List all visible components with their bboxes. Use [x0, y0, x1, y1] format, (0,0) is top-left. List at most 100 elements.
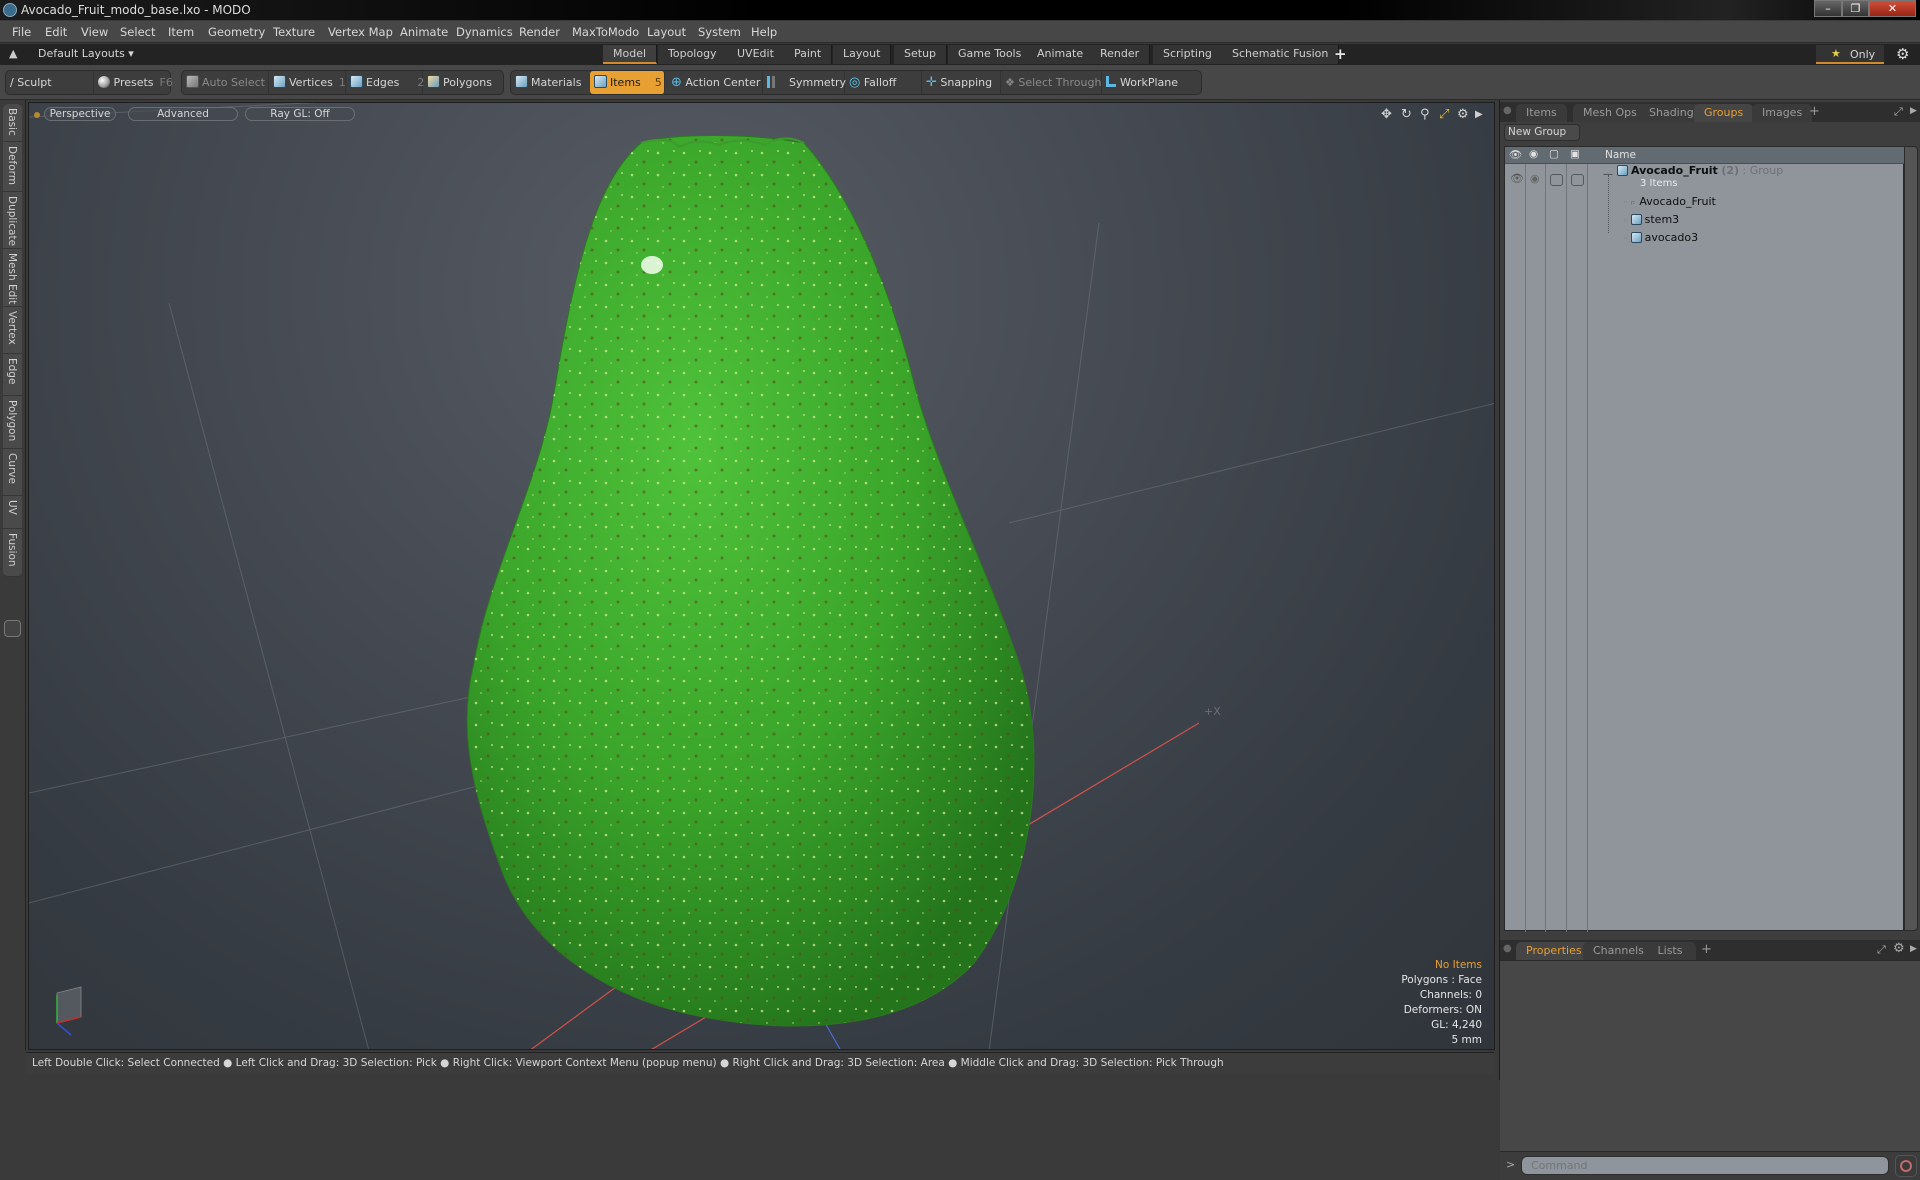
tab-items[interactable]: Items: [1516, 104, 1567, 122]
restore-button[interactable]: ❐: [1842, 0, 1869, 17]
tab-vertex[interactable]: Vertex: [3, 307, 22, 354]
list-item[interactable]: ·· stem3: [1623, 213, 1679, 226]
menu-item[interactable]: Item: [168, 25, 194, 39]
edges-button[interactable]: Edges 2: [346, 71, 424, 94]
properties-menu-dot-icon[interactable]: ●: [1503, 943, 1512, 954]
visibility-column-eye-icon[interactable]: 👁: [1509, 148, 1522, 161]
command-record-button[interactable]: [1895, 1155, 1917, 1177]
maximize-viewport-icon[interactable]: ⤢: [1439, 107, 1449, 122]
pan-icon[interactable]: ✥: [1381, 107, 1392, 122]
list-item[interactable]: ·· ⟔ Avocado_Fruit: [1623, 195, 1716, 209]
properties-expand-arrow-icon[interactable]: ▶: [1910, 944, 1917, 954]
panel-expand-arrow-icon[interactable]: ▶: [1910, 106, 1917, 116]
tab-schematic-fusion[interactable]: Schematic Fusion: [1222, 45, 1340, 64]
shading-mode-button[interactable]: Advanced: [128, 107, 238, 121]
layout-settings-gear-icon[interactable]: ⚙: [1896, 45, 1909, 63]
menu-vertex-map[interactable]: Vertex Map: [328, 25, 393, 39]
tab-uvedit[interactable]: UVEdit: [727, 45, 785, 64]
tab-layout[interactable]: Layout: [833, 45, 892, 64]
panel-maximize-icon[interactable]: ⤢: [1894, 105, 1903, 119]
menu-geometry[interactable]: Geometry: [208, 25, 265, 39]
menu-help[interactable]: Help: [751, 25, 777, 39]
items-button[interactable]: Items 5: [590, 71, 665, 94]
tab-game-tools[interactable]: Game Tools: [948, 45, 1033, 64]
menu-layout[interactable]: Layout: [647, 25, 686, 39]
zoom-icon[interactable]: ⚲: [1420, 107, 1430, 122]
menu-edit[interactable]: Edit: [45, 25, 67, 39]
tab-groups[interactable]: Groups: [1694, 104, 1754, 122]
rotate-icon[interactable]: ↻: [1401, 107, 1412, 122]
menu-render[interactable]: Render: [519, 25, 560, 39]
tab-paint[interactable]: Paint: [784, 45, 833, 64]
tab-render[interactable]: Render: [1090, 45, 1151, 64]
tab-curve[interactable]: Curve: [3, 449, 22, 496]
snapping-button[interactable]: ✛ Snapping: [922, 71, 1001, 94]
minimize-button[interactable]: –: [1814, 0, 1842, 17]
perspective-view-button[interactable]: Perspective: [44, 107, 116, 121]
tab-properties[interactable]: Properties: [1516, 942, 1592, 960]
tab-model[interactable]: Model: [603, 45, 658, 64]
list-item[interactable]: ·· avocado3: [1623, 231, 1698, 244]
tab-uv[interactable]: UV: [3, 496, 22, 529]
only-toggle[interactable]: ★ Only: [1816, 45, 1884, 64]
tab-mesh-ops[interactable]: Mesh Ops: [1573, 104, 1647, 122]
action-center-button[interactable]: ⊕ Action Center: [667, 71, 763, 94]
tab-duplicate[interactable]: Duplicate: [3, 192, 22, 249]
default-layouts-dropdown[interactable]: Default Layouts ▾: [38, 47, 134, 60]
tab-images[interactable]: Images: [1752, 104, 1813, 122]
menu-maxtomodo[interactable]: MaxToModo: [572, 25, 639, 39]
group-row[interactable]: Avocado_Fruit (2) : Group: [1617, 164, 1783, 177]
name-column-header[interactable]: Name: [1605, 149, 1636, 161]
left-panel-toggle-button[interactable]: [4, 620, 21, 637]
groups-list[interactable]: 👁 ◉ ▢ ▣ Name 👁 ◉ — Avocado_Fruit (2) : G…: [1504, 146, 1905, 932]
group-visibility-eye-icon[interactable]: 👁: [1510, 172, 1524, 185]
menu-select[interactable]: Select: [120, 25, 155, 39]
menu-animate[interactable]: Animate: [400, 25, 448, 39]
tab-polygon[interactable]: Polygon: [3, 396, 22, 449]
close-button[interactable]: ✕: [1869, 0, 1916, 17]
lock-column-icon[interactable]: ▢: [1549, 148, 1559, 160]
panel-menu-dot-icon[interactable]: ●: [1503, 105, 1512, 116]
menu-texture[interactable]: Texture: [273, 25, 315, 39]
vertices-button[interactable]: Vertices 1: [269, 71, 346, 94]
group-collapse-toggle[interactable]: —: [1603, 169, 1613, 180]
new-group-button[interactable]: New Group: [1504, 124, 1580, 141]
polygons-button[interactable]: Polygons: [423, 71, 503, 94]
render-column-camera-icon[interactable]: ◉: [1529, 148, 1538, 160]
viewport-settings-gear-icon[interactable]: ⚙: [1457, 107, 1469, 122]
properties-gear-icon[interactable]: ⚙: [1893, 941, 1905, 956]
tab-topology[interactable]: Topology: [658, 45, 728, 64]
viewport-menu-dot-icon[interactable]: [34, 112, 40, 118]
add-panel-tab-button[interactable]: +: [1809, 104, 1820, 119]
tab-lists[interactable]: Lists: [1644, 942, 1696, 960]
tab-mesh-edit[interactable]: Mesh Edit: [3, 249, 22, 307]
tab-scripting[interactable]: Scripting: [1153, 45, 1223, 64]
viewport-expand-arrow-icon[interactable]: ▶: [1475, 109, 1483, 120]
add-layout-tab-button[interactable]: +: [1334, 45, 1347, 63]
symmetry-button[interactable]: Symmetry: [763, 71, 846, 94]
falloff-button[interactable]: ◎ Falloff: [845, 71, 922, 94]
menu-dynamics[interactable]: Dynamics: [456, 25, 513, 39]
properties-maximize-icon[interactable]: ⤢: [1877, 943, 1886, 957]
tab-fusion[interactable]: Fusion: [3, 529, 22, 577]
tab-setup[interactable]: Setup: [894, 45, 948, 64]
tab-edge[interactable]: Edge: [3, 354, 22, 396]
3d-viewport[interactable]: +X Perspective Advanced Ray GL: Off ✥ ↻ …: [28, 102, 1495, 1050]
materials-button[interactable]: Materials: [511, 71, 591, 94]
groups-scrollbar[interactable]: [1904, 146, 1918, 931]
menu-file[interactable]: File: [12, 25, 31, 39]
layout-collapse-icon[interactable]: ▲: [9, 47, 17, 60]
add-properties-tab-button[interactable]: +: [1701, 942, 1712, 957]
menu-system[interactable]: System: [698, 25, 741, 39]
raygl-toggle-button[interactable]: Ray GL: Off: [245, 107, 355, 121]
command-input[interactable]: [1521, 1156, 1889, 1175]
workplane-button[interactable]: WorkPlane: [1102, 71, 1201, 94]
sculpt-button[interactable]: ∕ Sculpt: [6, 71, 94, 94]
presets-button[interactable]: Presets F6: [94, 71, 173, 94]
menu-view[interactable]: View: [81, 25, 108, 39]
group-select-toggle[interactable]: [1571, 174, 1584, 186]
auto-select-button[interactable]: Auto Select: [182, 71, 269, 94]
tab-deform[interactable]: Deform: [3, 142, 22, 192]
tab-animate[interactable]: Animate: [1027, 45, 1095, 64]
group-render-camera-icon[interactable]: ◉: [1530, 172, 1540, 185]
